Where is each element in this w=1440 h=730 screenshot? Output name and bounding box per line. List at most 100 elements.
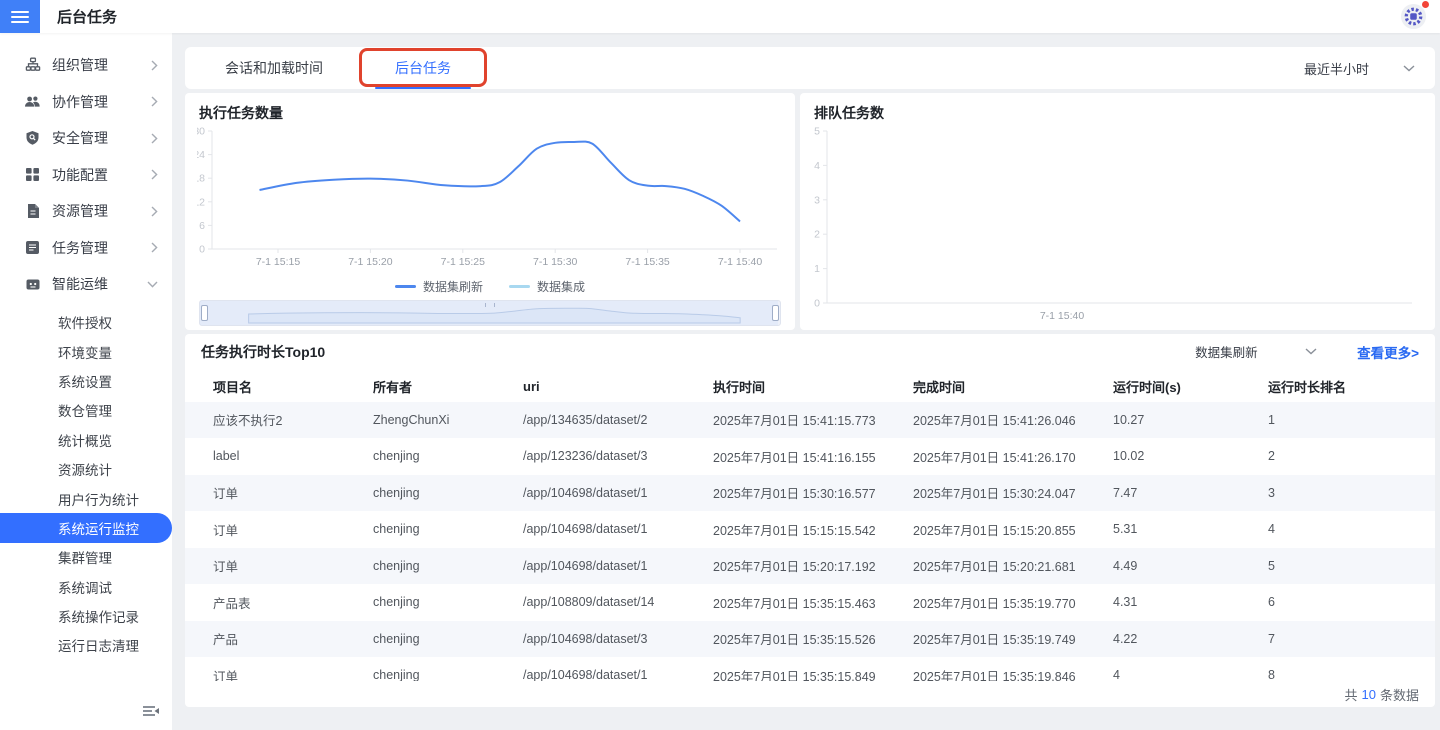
sidebar-item[interactable]: 协作管理 xyxy=(0,84,172,121)
chevron-right-icon xyxy=(151,133,158,144)
table-cell: 应该不执行2 xyxy=(213,414,283,429)
grid-icon xyxy=(24,166,41,183)
table-cell: 5 xyxy=(1268,558,1275,573)
svg-text:7-1 15:15: 7-1 15:15 xyxy=(256,256,301,268)
table-row[interactable]: 订单 chenjing/app/104698/dataset/1 2025年7月01… xyxy=(185,547,1435,585)
legend-item[interactable]: 数据集刷新 xyxy=(394,278,483,295)
table-cell: 8 xyxy=(1268,668,1275,682)
table-cell: 2025年7月01日 15:20:21.681 xyxy=(913,560,1076,575)
column-header: 运行时长排名 xyxy=(1268,380,1347,396)
hamburger-icon xyxy=(11,10,29,23)
sidebar-subitem[interactable]: 资源统计 xyxy=(0,454,172,483)
executing-tasks-chart-panel: 执行任务数量 0 6 12 18 24 30 7-1 15:15 7-1 15:20 7-1 1… xyxy=(185,93,795,330)
menu-toggle-button[interactable] xyxy=(0,0,40,33)
table-cell: 2025年7月01日 15:41:16.155 xyxy=(713,450,876,465)
sidebar: 组织管理 协作管理 安全管理 功能配置 资源管理 任务管理 智能运维 软件授权 环境变量 系统设… xyxy=(0,33,172,730)
table-row[interactable]: 订单 chenjing/app/104698/dataset/1 2025年7月01… xyxy=(185,474,1435,512)
table-cell: /app/104698/dataset/1 xyxy=(523,485,648,500)
table-cell: label xyxy=(213,449,240,464)
sidebar-subitem[interactable]: 系统调试 xyxy=(0,572,172,601)
top10-table-panel: 任务执行时长Top10 数据集刷新 查看更多> 项目名 所有者 uri 执行时间 完成时… xyxy=(185,334,1435,707)
table-row[interactable]: 产品 chenjing/app/104698/dataset/3 2025年7月01… xyxy=(185,620,1435,658)
chevron-right-icon xyxy=(151,60,158,71)
sidebar-subitem[interactable]: 环境变量 xyxy=(0,337,172,366)
table-cell: 2 xyxy=(1268,449,1275,464)
table-cell: chenjing xyxy=(373,449,420,464)
table-cell: chenjing xyxy=(373,522,420,537)
sidebar-subitem[interactable]: 运行日志清理 xyxy=(0,631,172,660)
sidebar-item[interactable]: 功能配置 xyxy=(0,157,172,194)
table-cell: 订单 xyxy=(213,523,239,538)
time-range-select[interactable]: 最近半小时 xyxy=(1304,47,1421,89)
table-cell: 2025年7月01日 15:35:15.463 xyxy=(713,596,876,611)
sidebar-item[interactable]: 任务管理 xyxy=(0,230,172,267)
table-cell: chenjing xyxy=(373,631,420,646)
task-list-icon xyxy=(24,239,41,256)
svg-text:7-1 15:40: 7-1 15:40 xyxy=(718,256,763,268)
chevron-down-icon xyxy=(1403,64,1415,71)
dataset-refresh-value: 数据集刷新 xyxy=(1195,346,1258,361)
table-cell: 3 xyxy=(1268,485,1275,500)
sidebar-subitem[interactable]: 统计概览 xyxy=(0,425,172,454)
table-column-header: 项目名 所有者 uri 执行时间 完成时间 运行时间(s) 运行时长排名 xyxy=(185,372,1435,402)
sidebar-item[interactable]: 安全管理 xyxy=(0,120,172,157)
table-row[interactable]: 应该不执行2 ZhengChunXi/app/134635/dataset/2 20… xyxy=(185,401,1435,439)
sidebar-collapse-button[interactable] xyxy=(142,704,160,718)
extension-icon[interactable] xyxy=(1400,1,1429,30)
table-cell: 5.31 xyxy=(1113,522,1138,537)
org-chart-icon xyxy=(24,57,41,74)
table-cell: 7 xyxy=(1268,631,1275,646)
svg-text:4: 4 xyxy=(814,160,820,172)
collapse-sidebar-icon xyxy=(143,706,159,716)
table-cell: 10.02 xyxy=(1113,449,1145,464)
table-row[interactable]: 订单 chenjing/app/104698/dataset/1 2025年7月01… xyxy=(185,657,1435,681)
sidebar-subitem[interactable]: 系统运行监控 xyxy=(0,513,172,543)
table-cell: chenjing xyxy=(373,558,420,573)
page-title: 后台任务 xyxy=(57,9,118,26)
table-cell: 1 xyxy=(1268,412,1275,427)
datazoom-handle-right[interactable] xyxy=(772,305,779,321)
svg-text:7-1 15:40: 7-1 15:40 xyxy=(1040,310,1085,322)
sidebar-subitem[interactable]: 集群管理 xyxy=(0,543,172,572)
sidebar-subitem[interactable]: 用户行为统计 xyxy=(0,484,172,513)
table-cell: 产品 xyxy=(213,633,239,648)
sidebar-subitem[interactable]: 软件授权 xyxy=(0,308,172,337)
datazoom-handle-left[interactable] xyxy=(201,305,208,321)
tab-sessions-load-time[interactable]: 会话和加载时间 xyxy=(203,47,345,89)
sidebar-item[interactable]: 资源管理 xyxy=(0,193,172,230)
table-row[interactable]: 订单 chenjing/app/104698/dataset/1 2025年7月01… xyxy=(185,511,1435,548)
table-cell: chenjing xyxy=(373,595,420,610)
sidebar-subitem[interactable]: 数仓管理 xyxy=(0,396,172,425)
legend-item[interactable]: 数据集成 xyxy=(509,278,585,295)
table-body: 应该不执行2 ZhengChunXi/app/134635/dataset/2 20… xyxy=(185,401,1435,681)
shield-icon xyxy=(24,130,41,147)
view-more-link[interactable]: 查看更多> xyxy=(1357,342,1419,362)
table-row[interactable]: label chenjing/app/123236/dataset/3 2025年7… xyxy=(185,438,1435,475)
table-cell: ZhengChunXi xyxy=(373,412,450,427)
chevron-right-icon xyxy=(151,169,158,180)
table-cell: /app/104698/dataset/3 xyxy=(523,631,648,646)
table-row[interactable]: 产品表 chenjing/app/108809/dataset/14 2025年7月… xyxy=(185,584,1435,621)
svg-text:1: 1 xyxy=(814,263,820,275)
dataset-refresh-select[interactable]: 数据集刷新 xyxy=(1195,342,1317,361)
document-icon xyxy=(24,203,41,220)
sidebar-subitem[interactable]: 系统操作记录 xyxy=(0,601,172,630)
column-header: 执行时间 xyxy=(713,380,766,396)
svg-text:7-1 15:30: 7-1 15:30 xyxy=(533,256,578,268)
table-cell: /app/104698/dataset/1 xyxy=(523,668,648,682)
table-cell: 2025年7月01日 15:35:19.846 xyxy=(913,669,1076,682)
table-cell: 订单 xyxy=(213,560,239,575)
svg-text:6: 6 xyxy=(199,220,205,232)
table-cell: 2025年7月01日 15:41:26.046 xyxy=(913,414,1076,429)
table-cell: 2025年7月01日 15:30:16.577 xyxy=(713,487,876,502)
sidebar-item[interactable]: 组织管理 xyxy=(0,47,172,84)
table-cell: 2025年7月01日 15:15:15.542 xyxy=(713,523,876,538)
table-cell: /app/108809/dataset/14 xyxy=(523,595,655,610)
table-cell: 2025年7月01日 15:35:19.770 xyxy=(913,596,1076,611)
tab-background-tasks[interactable]: 后台任务 xyxy=(359,47,487,89)
sidebar-item[interactable]: 智能运维 xyxy=(0,266,172,303)
notification-dot xyxy=(1422,1,1429,8)
datazoom-slider[interactable] xyxy=(199,300,781,326)
sidebar-subitem[interactable]: 系统设置 xyxy=(0,366,172,395)
datazoom-grip[interactable] xyxy=(485,303,495,307)
